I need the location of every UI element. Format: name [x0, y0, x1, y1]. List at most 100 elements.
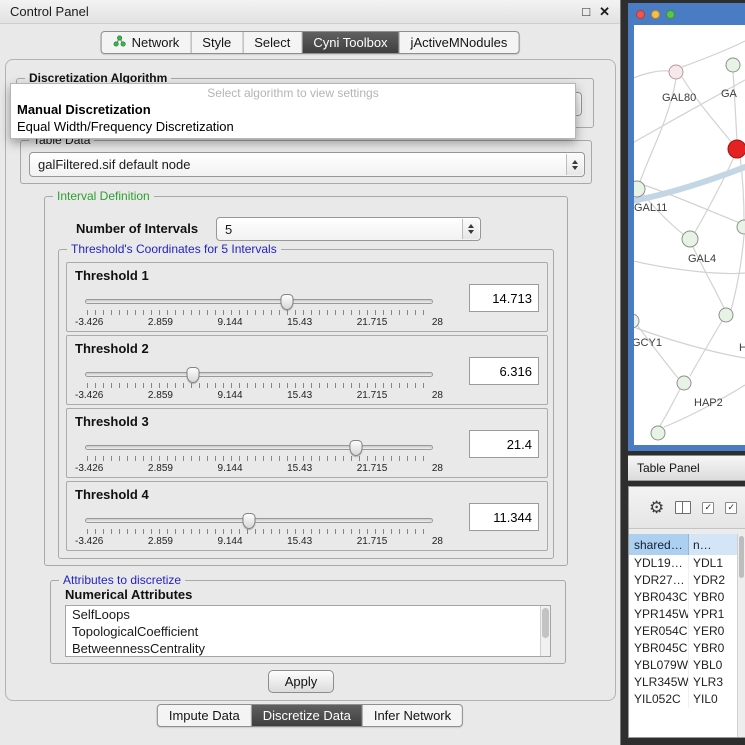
select-all-icon[interactable]: ✓ [702, 502, 714, 514]
threshold-3-panel: Threshold 3 -3.426 2.859 9.144 15.43 21.… [66, 408, 548, 478]
tab-network[interactable]: Network [102, 32, 192, 53]
network-node[interactable] [677, 376, 691, 390]
column-header-shared-name[interactable]: shared… [629, 534, 689, 555]
tab-jactivemnodules[interactable]: jActiveMNodules [400, 32, 519, 53]
node-label: H [739, 342, 745, 354]
slider-scale-labels: -3.426 2.859 9.144 15.43 21.715 28 [75, 463, 443, 474]
list-item[interactable]: BetweennessCentrality [66, 640, 550, 657]
threshold-3-label: Threshold 3 [75, 414, 149, 429]
combobox-stepper-icon [462, 219, 479, 239]
tab-jactivemnodules-label: jActiveMNodules [411, 35, 508, 50]
tab-cyni-toolbox[interactable]: Cyni Toolbox [302, 32, 399, 53]
slider-track[interactable] [85, 372, 433, 377]
scrollbar-thumb[interactable] [542, 608, 549, 638]
slider-scale-labels: -3.426 2.859 9.144 15.43 21.715 28 [75, 536, 443, 547]
slider-thumb[interactable] [187, 367, 200, 383]
table-row[interactable]: YBR043CYBR0 [629, 589, 745, 606]
table-row[interactable]: YBR045CYBR0 [629, 640, 745, 657]
tab-select-label: Select [254, 35, 290, 50]
threshold-2-slider: -3.426 2.859 9.144 15.43 21.715 28 [75, 362, 443, 404]
network-node-selected[interactable] [728, 140, 745, 158]
list-scrollbar[interactable] [540, 606, 550, 656]
minimize-window-icon[interactable] [651, 10, 660, 19]
numerical-attributes-list[interactable]: SelfLoops TopologicalCoefficient Between… [65, 605, 551, 657]
close-panel-button[interactable]: ✕ [599, 4, 610, 20]
threshold-3-value-field[interactable]: 21.4 [469, 430, 539, 458]
table-row[interactable]: YPR145WYPR1 [629, 606, 745, 623]
scale-label: 15.43 [287, 390, 312, 401]
table-panel-title: Table Panel [637, 461, 700, 475]
list-item[interactable]: SelfLoops [66, 606, 550, 623]
cell-shared-name[interactable]: YER054C [629, 623, 689, 640]
cell-shared-name[interactable]: YBR043C [629, 589, 689, 606]
tab-discretize-data[interactable]: Discretize Data [252, 705, 363, 726]
tab-impute-data[interactable]: Impute Data [158, 705, 252, 726]
cell-shared-name[interactable]: YPR145W [629, 606, 689, 623]
cell-shared-name[interactable]: YIL052C [629, 691, 689, 708]
gear-icon[interactable]: ⚙ [649, 499, 664, 516]
network-node[interactable] [682, 231, 698, 247]
scrollbar-thumb[interactable] [739, 536, 744, 578]
threshold-2-panel: Threshold 2 -3.426 2.859 9.144 15.43 21.… [66, 335, 548, 405]
table-data-combobox[interactable]: galFiltered.sif default node [29, 152, 585, 177]
node-label: GCY1 [634, 337, 662, 349]
threshold-4-value-field[interactable]: 11.344 [469, 503, 539, 531]
option-manual-discretization[interactable]: Manual Discretization [11, 101, 575, 118]
tab-select[interactable]: Select [243, 32, 302, 53]
slider-track[interactable] [85, 445, 433, 450]
slider-thumb[interactable] [349, 440, 362, 456]
network-window-titlebar [628, 3, 745, 25]
threshold-4-panel: Threshold 4 -3.426 2.859 9.144 15.43 21.… [66, 481, 548, 551]
cell-shared-name[interactable]: YBL079W [629, 657, 689, 674]
slider-scale-labels: -3.426 2.859 9.144 15.43 21.715 28 [75, 390, 443, 401]
cell-shared-name[interactable]: YLR345W [629, 674, 689, 691]
network-node[interactable] [651, 426, 665, 440]
attributes-group-title: Attributes to discretize [59, 573, 185, 587]
table-body: YDL19…YDL1 YDR27…YDR2 YBR043CYBR0 YPR145… [629, 555, 745, 737]
tab-impute-data-label: Impute Data [169, 708, 240, 723]
network-node[interactable] [634, 181, 645, 197]
network-node[interactable] [719, 308, 733, 322]
slider-thumb[interactable] [242, 513, 255, 529]
table-row[interactable]: YDL19…YDL1 [629, 555, 745, 572]
table-scrollbar[interactable] [737, 534, 745, 737]
table-row[interactable]: YIL052CYIL0 [629, 691, 745, 708]
number-of-intervals-combobox[interactable]: 5 [216, 217, 481, 241]
scale-label: 9.144 [218, 536, 243, 547]
select-none-icon[interactable]: ✓ [725, 502, 737, 514]
option-equal-width-frequency[interactable]: Equal Width/Frequency Discretization [11, 118, 575, 135]
table-row[interactable]: YBL079WYBL0 [629, 657, 745, 674]
scale-label: 28 [432, 317, 443, 328]
network-node[interactable] [726, 58, 740, 72]
apply-button[interactable]: Apply [268, 670, 334, 693]
threshold-2-value-field[interactable]: 6.316 [469, 357, 539, 385]
node-label: GAL11 [634, 202, 667, 214]
slider-track[interactable] [85, 299, 433, 304]
table-row[interactable]: YLR345WYLR3 [629, 674, 745, 691]
tab-infer-network[interactable]: Infer Network [363, 705, 462, 726]
tab-style[interactable]: Style [191, 32, 243, 53]
select-columns-icon[interactable] [675, 501, 691, 514]
list-item[interactable]: TopologicalCoefficient [66, 623, 550, 640]
scale-label: -3.426 [75, 463, 103, 474]
threshold-1-value-field[interactable]: 14.713 [469, 284, 539, 312]
table-row[interactable]: YER054CYER0 [629, 623, 745, 640]
numerical-attributes-label: Numerical Attributes [65, 587, 192, 602]
table-row[interactable]: YDR27…YDR2 [629, 572, 745, 589]
cell-shared-name[interactable]: YBR045C [629, 640, 689, 657]
scale-label: 2.859 [148, 317, 173, 328]
network-node[interactable] [669, 65, 683, 79]
close-window-icon[interactable] [636, 10, 645, 19]
scale-label: 15.43 [287, 536, 312, 547]
cell-shared-name[interactable]: YDL19… [629, 555, 689, 572]
slider-track[interactable] [85, 518, 433, 523]
interval-definition-group: Interval Definition Number of Intervals … [44, 196, 568, 566]
cell-shared-name[interactable]: YDR27… [629, 572, 689, 589]
slider-thumb[interactable] [280, 294, 293, 310]
zoom-window-icon[interactable] [666, 10, 675, 19]
float-window-button[interactable]: □ [582, 4, 590, 19]
tab-network-label: Network [132, 35, 180, 50]
scale-label: 2.859 [148, 536, 173, 547]
interval-definition-group-title: Interval Definition [53, 189, 154, 203]
network-canvas[interactable]: GAL80 GA GAL11 GAL4 GCY1 HAP2 H [634, 25, 745, 445]
